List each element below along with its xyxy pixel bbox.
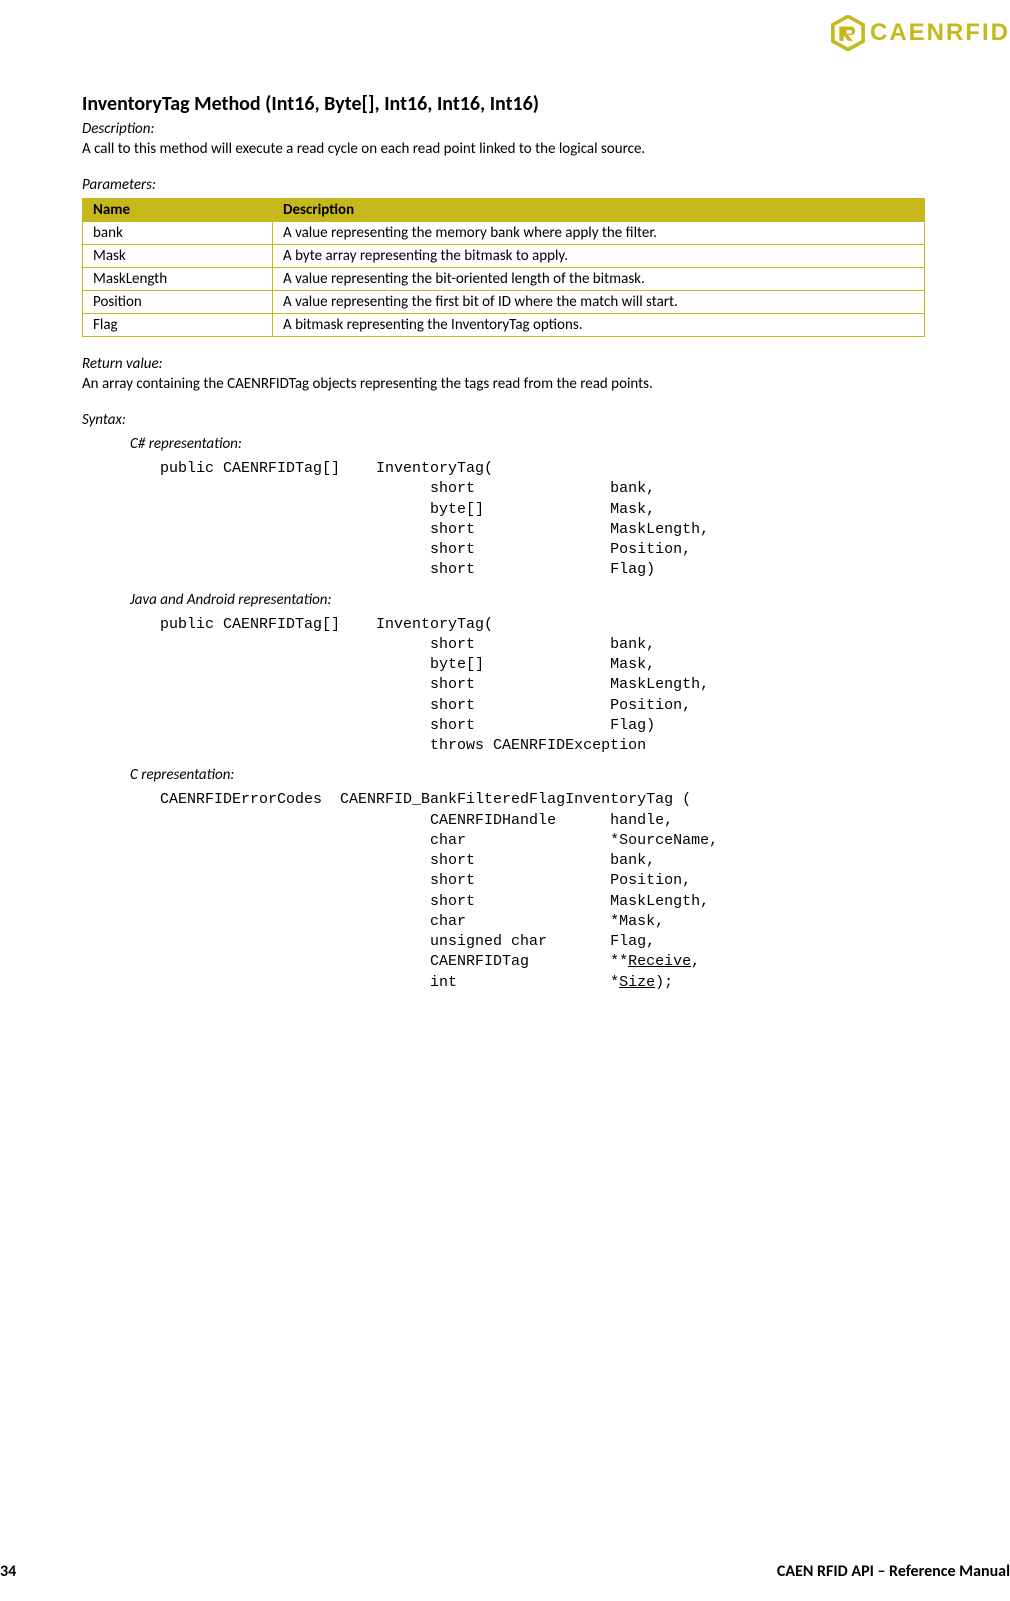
method-title: InventoryTag Method (Int16, Byte[], Int1… bbox=[82, 92, 925, 116]
csharp-label: C# representation: bbox=[130, 435, 925, 453]
table-row: bank A value representing the memory ban… bbox=[83, 222, 925, 245]
th-desc: Description bbox=[273, 199, 925, 222]
brand-text: CAENRFID bbox=[870, 19, 1010, 47]
footer-title: CAEN RFID API – Reference Manual bbox=[777, 1562, 1010, 1581]
param-desc: A bitmask representing the InventoryTag … bbox=[273, 314, 925, 337]
page-footer: 34 CAEN RFID API – Reference Manual bbox=[0, 1562, 1010, 1581]
table-row: Flag A bitmask representing the Inventor… bbox=[83, 314, 925, 337]
return-label: Return value: bbox=[82, 355, 925, 373]
param-name: Position bbox=[83, 291, 273, 314]
java-label: Java and Android representation: bbox=[130, 591, 925, 609]
return-text: An array containing the CAENRFIDTag obje… bbox=[82, 375, 925, 393]
param-name: bank bbox=[83, 222, 273, 245]
parameters-table: Name Description bank A value representi… bbox=[82, 198, 925, 337]
parameters-label: Parameters: bbox=[82, 176, 925, 194]
description-text: A call to this method will execute a rea… bbox=[82, 140, 925, 158]
c-underline-receive: Receive bbox=[628, 953, 691, 970]
java-code: public CAENRFIDTag[] InventoryTag( short… bbox=[130, 615, 925, 757]
table-row: Position A value representing the first … bbox=[83, 291, 925, 314]
table-row: Mask A byte array representing the bitma… bbox=[83, 245, 925, 268]
c-underline-size: Size bbox=[619, 974, 655, 991]
page-content: InventoryTag Method (Int16, Byte[], Int1… bbox=[0, 12, 925, 993]
param-name: Mask bbox=[83, 245, 273, 268]
csharp-code: public CAENRFIDTag[] InventoryTag( short… bbox=[130, 459, 925, 581]
param-desc: A value representing the memory bank whe… bbox=[273, 222, 925, 245]
description-label: Description: bbox=[82, 120, 925, 138]
param-desc: A value representing the first bit of ID… bbox=[273, 291, 925, 314]
table-row: MaskLength A value representing the bit-… bbox=[83, 268, 925, 291]
th-name: Name bbox=[83, 199, 273, 222]
page-number: 34 bbox=[0, 1562, 16, 1581]
c-code: CAENRFIDErrorCodes CAENRFID_BankFiltered… bbox=[130, 790, 925, 993]
param-name: MaskLength bbox=[83, 268, 273, 291]
hex-r-icon bbox=[830, 15, 866, 51]
param-name: Flag bbox=[83, 314, 273, 337]
param-desc: A byte array representing the bitmask to… bbox=[273, 245, 925, 268]
param-desc: A value representing the bit-oriented le… bbox=[273, 268, 925, 291]
brand-logo: CAENRFID bbox=[830, 14, 1010, 52]
c-label: C representation: bbox=[130, 766, 925, 784]
syntax-label: Syntax: bbox=[82, 411, 925, 429]
